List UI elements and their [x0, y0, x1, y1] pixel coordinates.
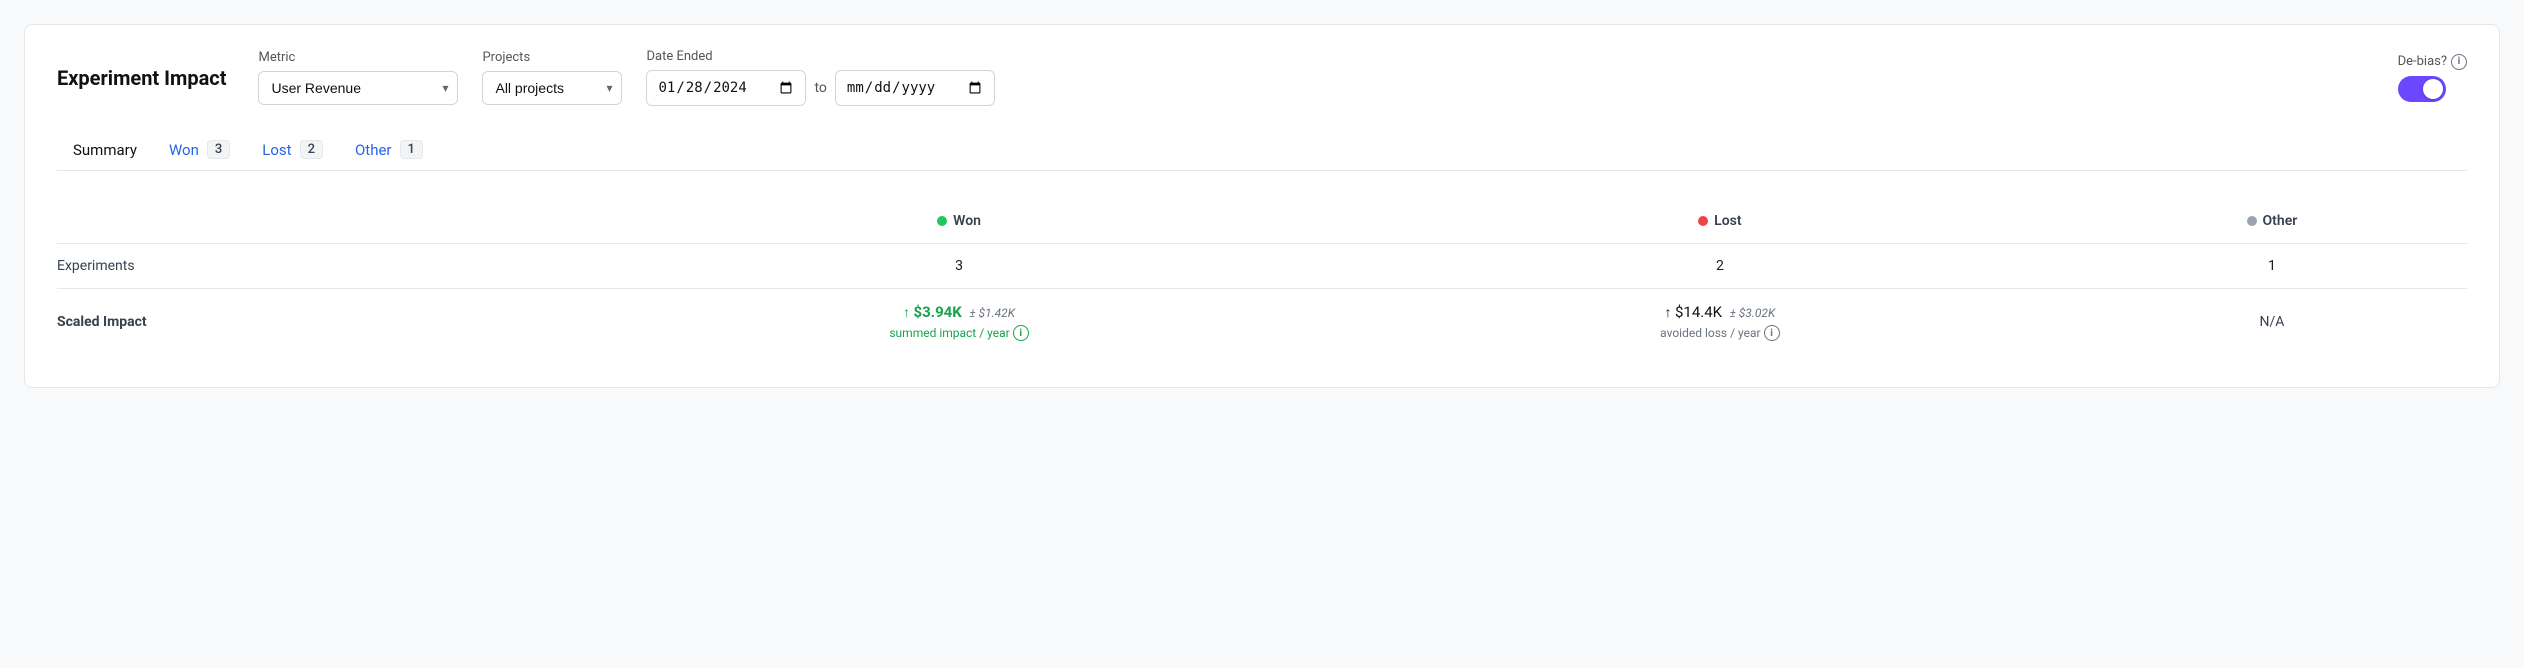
debias-info-icon[interactable]: i	[2451, 54, 2467, 70]
lost-margin-value: ± $3.02K	[1730, 306, 1776, 320]
date-to-input[interactable]	[835, 70, 995, 106]
summary-table: Won Lost Other	[57, 199, 2467, 355]
header-row: Experiment Impact Metric User Revenue ▾ …	[57, 49, 2467, 106]
col-won-label: Won	[953, 213, 981, 229]
debias-toggle-wrapper	[2398, 76, 2467, 102]
col-header-empty	[57, 199, 555, 244]
col-lost-label: Lost	[1714, 213, 1741, 229]
scaled-impact-won-cell: ↑ $3.94K ± $1.42K summed impact / year i	[555, 289, 1363, 356]
debias-toggle[interactable]	[2398, 76, 2446, 102]
tabs-row: Summary Won 3 Lost 2 Other 1	[57, 130, 2467, 171]
tab-lost-label: Lost	[262, 141, 291, 159]
scaled-impact-won-amount: ↑ $3.94K ± $1.42K	[903, 303, 1015, 321]
tab-lost[interactable]: Lost 2	[246, 130, 339, 171]
col-header-lost: Lost	[1363, 199, 2077, 244]
experiments-lost-value: 2	[1716, 258, 1724, 274]
debias-control: De-bias? i	[2398, 54, 2467, 102]
tab-won-badge: 3	[207, 140, 230, 159]
projects-control: Projects All projects ▾	[482, 50, 622, 105]
col-other-label: Other	[2263, 213, 2298, 229]
col-header-won: Won	[555, 199, 1363, 244]
page-title: Experiment Impact	[57, 66, 226, 90]
date-separator: to	[814, 80, 826, 96]
scaled-impact-label: Scaled Impact	[57, 314, 147, 330]
metric-control: Metric User Revenue ▾	[258, 50, 458, 105]
tab-other-label: Other	[355, 141, 392, 159]
scaled-impact-lost-cell: ↑ $14.4K ± $3.02K avoided loss / year i	[1363, 289, 2077, 356]
tab-other[interactable]: Other 1	[339, 130, 439, 171]
table-header-row: Won Lost Other	[57, 199, 2467, 244]
date-from-input[interactable]	[646, 70, 806, 106]
table-row: Scaled Impact ↑ $3.94K ± $1.42K summed i…	[57, 289, 2467, 356]
date-inputs: to	[646, 70, 994, 106]
won-margin-value: ± $1.42K	[969, 306, 1015, 320]
col-header-other: Other	[2077, 199, 2467, 244]
tab-lost-badge: 2	[300, 140, 323, 159]
projects-select-wrapper: All projects ▾	[482, 71, 622, 105]
experiments-label: Experiments	[57, 258, 135, 274]
tab-won-label: Won	[169, 141, 199, 159]
metric-select[interactable]: User Revenue	[258, 71, 458, 105]
page-container: Experiment Impact Metric User Revenue ▾ …	[24, 24, 2500, 388]
debias-label: De-bias?	[2398, 54, 2447, 69]
table-row: Experiments 3 2 1	[57, 244, 2467, 289]
projects-select[interactable]: All projects	[482, 71, 622, 105]
lost-dot	[1698, 216, 1708, 226]
date-ended-label: Date Ended	[646, 49, 994, 64]
won-sub-info-icon[interactable]: i	[1013, 325, 1029, 341]
scaled-impact-lost-amount: ↑ $14.4K ± $3.02K	[1665, 303, 1776, 321]
metric-label: Metric	[258, 50, 458, 65]
debias-slider	[2398, 76, 2446, 102]
projects-label: Projects	[482, 50, 622, 65]
tab-summary-label: Summary	[73, 141, 137, 159]
other-dot	[2247, 216, 2257, 226]
tab-other-badge: 1	[400, 140, 423, 159]
controls: Metric User Revenue ▾ Projects All proje…	[258, 49, 2467, 106]
experiments-won-value: 3	[955, 258, 963, 274]
other-na-value: N/A	[2259, 314, 2284, 330]
experiments-other-value: 1	[2268, 258, 2276, 274]
tab-won[interactable]: Won 3	[153, 130, 246, 171]
lost-amount-value: $14.4K	[1675, 303, 1722, 321]
tab-summary[interactable]: Summary	[57, 131, 153, 171]
lost-sub-info-icon[interactable]: i	[1764, 325, 1780, 341]
won-arrow-icon: ↑	[903, 305, 910, 321]
won-amount-value: $3.94K	[914, 303, 962, 321]
lost-sub-label: avoided loss / year i	[1660, 325, 1779, 341]
debias-label-row: De-bias? i	[2398, 54, 2467, 70]
won-sub-label: summed impact / year i	[889, 325, 1028, 341]
scaled-impact-other-cell: N/A	[2077, 289, 2467, 356]
metric-select-wrapper: User Revenue ▾	[258, 71, 458, 105]
date-range-control: Date Ended to	[646, 49, 994, 106]
won-dot	[937, 216, 947, 226]
lost-arrow-icon: ↑	[1665, 304, 1672, 321]
